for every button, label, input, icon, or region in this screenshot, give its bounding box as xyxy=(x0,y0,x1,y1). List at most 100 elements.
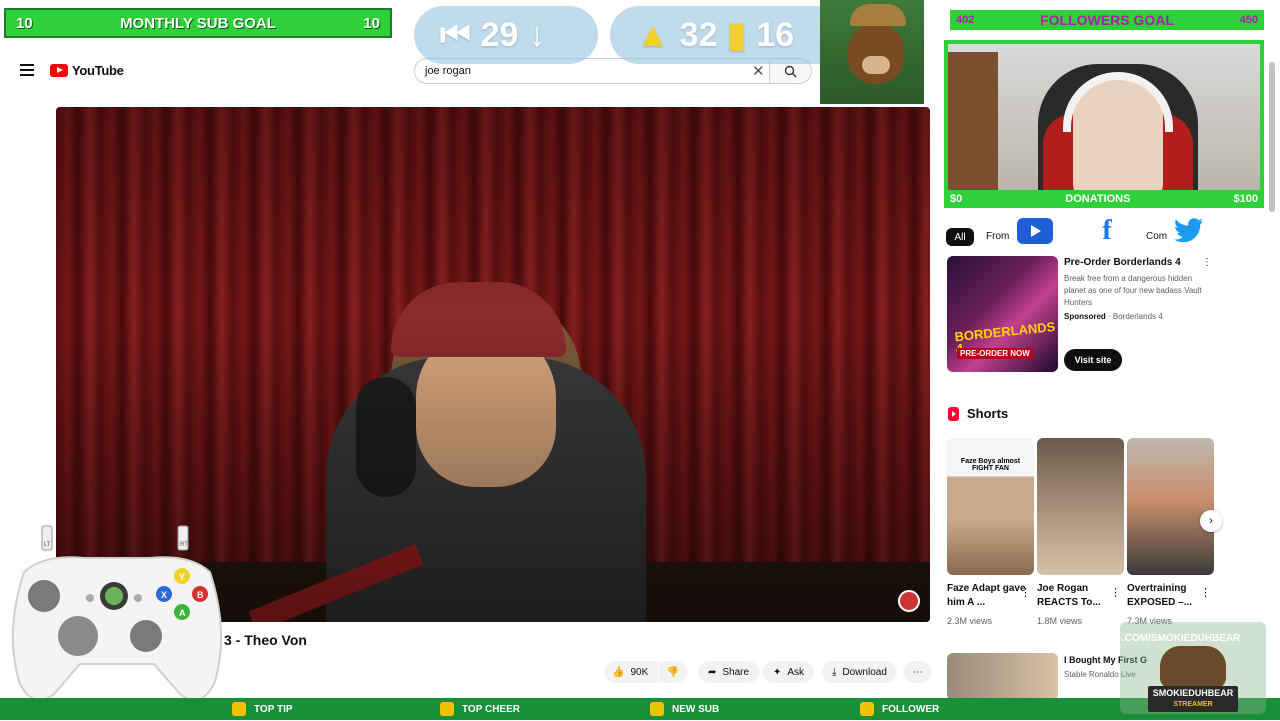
share-button[interactable]: ➦ Share xyxy=(698,661,760,683)
heart-icon xyxy=(860,702,874,716)
short-caption: Faze Boys almost FIGHT FAN xyxy=(960,458,1021,472)
ad-title[interactable]: Pre-Order Borderlands 4 xyxy=(1064,257,1181,268)
top-tip-tag: TOP TIP xyxy=(232,698,293,720)
youtube-logo[interactable]: YouTube xyxy=(50,63,124,78)
star-icon xyxy=(650,702,664,716)
sparkle-icon: ✦ xyxy=(773,666,782,678)
ad-thumb-sub: PRE-ORDER NOW xyxy=(957,348,1033,359)
download-label: Download xyxy=(842,666,887,678)
channel-watermark-icon[interactable] xyxy=(898,590,920,612)
youtube-social-icon xyxy=(1014,214,1056,248)
thumbs-up-icon: 👍 xyxy=(612,666,625,678)
ad-sponsored: Sponsored · Borderlands 4 xyxy=(1064,312,1163,321)
clear-icon[interactable]: ✕ xyxy=(752,62,765,80)
ad-description: Break free from a dangerous hidden plane… xyxy=(1064,274,1202,307)
download-button[interactable]: ⤓ Download xyxy=(822,661,897,683)
chip-from[interactable]: From xyxy=(986,228,1009,242)
ask-button[interactable]: ✦ Ask xyxy=(763,661,815,683)
more-icon[interactable]: ⋮ xyxy=(1200,586,1211,599)
short-title[interactable]: Faze Adapt gave him A ... xyxy=(947,582,1027,610)
thumbs-down-icon: 👎 xyxy=(666,666,680,678)
chevron-right-icon[interactable]: › xyxy=(1200,510,1222,532)
like-count: 90K xyxy=(630,666,649,678)
donations-bar: $0 DONATIONS $100 xyxy=(944,190,1264,208)
menu-icon[interactable] xyxy=(20,64,34,76)
video-title: 3 - Theo Von xyxy=(224,632,307,648)
flask-icon: ▲ xyxy=(636,15,670,54)
gamepad-overlay: LT RT Y X B A xyxy=(4,524,230,716)
brand-name: SMOKIEDUHBEAR STREAMER xyxy=(1148,686,1238,712)
share-icon: ➦ xyxy=(708,666,717,678)
short-thumbnail[interactable]: Faze Boys almost FIGHT FAN xyxy=(947,438,1034,575)
search-icon xyxy=(784,65,797,78)
sub-goal-target: 10 xyxy=(363,14,380,32)
twitter-social-icon xyxy=(1168,214,1210,248)
chip-all[interactable]: All xyxy=(946,228,974,246)
visit-site-button[interactable]: Visit site xyxy=(1064,349,1122,371)
monthly-sub-goal-bar: 10 MONTHLY SUB GOAL 10 xyxy=(4,8,392,38)
sub-goal-label: MONTHLY SUB GOAL xyxy=(120,14,276,32)
follower-tag: FOLLOWER xyxy=(860,698,939,720)
sponsored-label: Sponsored xyxy=(1064,312,1106,321)
dislike-button[interactable]: 👎 xyxy=(659,661,687,683)
dollar-icon xyxy=(232,702,246,716)
a-button-label: A xyxy=(179,608,186,618)
skip-back-icon: ⏮ xyxy=(440,15,471,54)
stat-pill-1: ⏮ 29 ↓ xyxy=(414,6,598,64)
stat-2a-value: 32 xyxy=(679,15,718,54)
followers-target: 450 xyxy=(1239,14,1258,26)
top-cheer-label: TOP CHEER xyxy=(462,703,520,715)
bear-mascot xyxy=(820,0,924,104)
recommended-thumbnail[interactable] xyxy=(947,653,1058,700)
shorts-icon xyxy=(948,406,959,421)
brand-name-text: SMOKIEDUHBEAR xyxy=(1152,688,1234,698)
facebook-social-icon: f xyxy=(1102,215,1112,246)
followers-current: 402 xyxy=(956,14,975,26)
brand-tag-text: STREAMER xyxy=(1173,701,1213,708)
like-button[interactable]: 👍 90K xyxy=(604,661,658,683)
lt-label: LT xyxy=(44,542,51,548)
share-label: Share xyxy=(722,666,750,678)
short-views: 1.8M views xyxy=(1037,616,1083,626)
short-title[interactable]: Joe Rogan REACTS To... xyxy=(1037,582,1117,610)
x-button-label: X xyxy=(161,590,167,600)
new-sub-tag: NEW SUB xyxy=(650,698,719,720)
ad-more-icon[interactable]: ⋮ xyxy=(1202,257,1212,268)
stat-1-value: 29 xyxy=(480,15,519,54)
y-button-label: Y xyxy=(179,572,185,582)
follower-label: FOLLOWER xyxy=(882,703,940,715)
donations-label: DONATIONS xyxy=(1065,193,1131,205)
chip-com[interactable]: Com xyxy=(1146,228,1167,242)
more-icon[interactable]: ⋮ xyxy=(1020,586,1031,599)
b-button-label: B xyxy=(197,590,204,600)
bar-chart-icon: ▮ xyxy=(727,16,747,54)
followers-goal-bar: 402 FOLLOWERS GOAL 450 xyxy=(950,10,1264,30)
short-thumbnail[interactable] xyxy=(1127,438,1214,575)
sub-goal-current: 10 xyxy=(16,14,33,32)
top-cheer-tag: TOP CHEER xyxy=(440,698,520,720)
donations-min: $0 xyxy=(950,193,963,205)
shorts-header: Shorts xyxy=(948,406,1008,421)
more-icon[interactable]: ⋮ xyxy=(1110,586,1121,599)
stat-2b-value: 16 xyxy=(756,15,795,54)
ask-label: Ask xyxy=(787,666,805,678)
top-tip-label: TOP TIP xyxy=(254,703,293,715)
short-title[interactable]: Overtraining EXPOSED –... xyxy=(1127,582,1207,610)
alerts-bar xyxy=(0,698,1280,720)
cheer-icon xyxy=(440,702,454,716)
bear-logo-icon xyxy=(1160,646,1226,688)
followers-goal-label: FOLLOWERS GOAL xyxy=(1040,12,1174,28)
ad-advertiser: Borderlands 4 xyxy=(1112,312,1163,321)
rt-label: RT xyxy=(180,542,188,548)
new-sub-label: NEW SUB xyxy=(672,703,720,715)
ad-thumbnail[interactable]: BORDERLANDS 4 PRE-ORDER NOW xyxy=(947,256,1058,372)
download-icon: ⤓ xyxy=(832,666,837,678)
shorts-title: Shorts xyxy=(967,406,1009,421)
donations-max: $100 xyxy=(1233,193,1258,205)
streamer-webcam xyxy=(944,40,1264,208)
more-actions-button[interactable]: ⋯ xyxy=(904,661,932,683)
youtube-logo-text: YouTube xyxy=(72,63,124,78)
short-thumbnail[interactable] xyxy=(1037,438,1124,575)
scrollbar-thumb[interactable] xyxy=(1269,62,1275,212)
more-icon: ⋯ xyxy=(913,666,923,678)
